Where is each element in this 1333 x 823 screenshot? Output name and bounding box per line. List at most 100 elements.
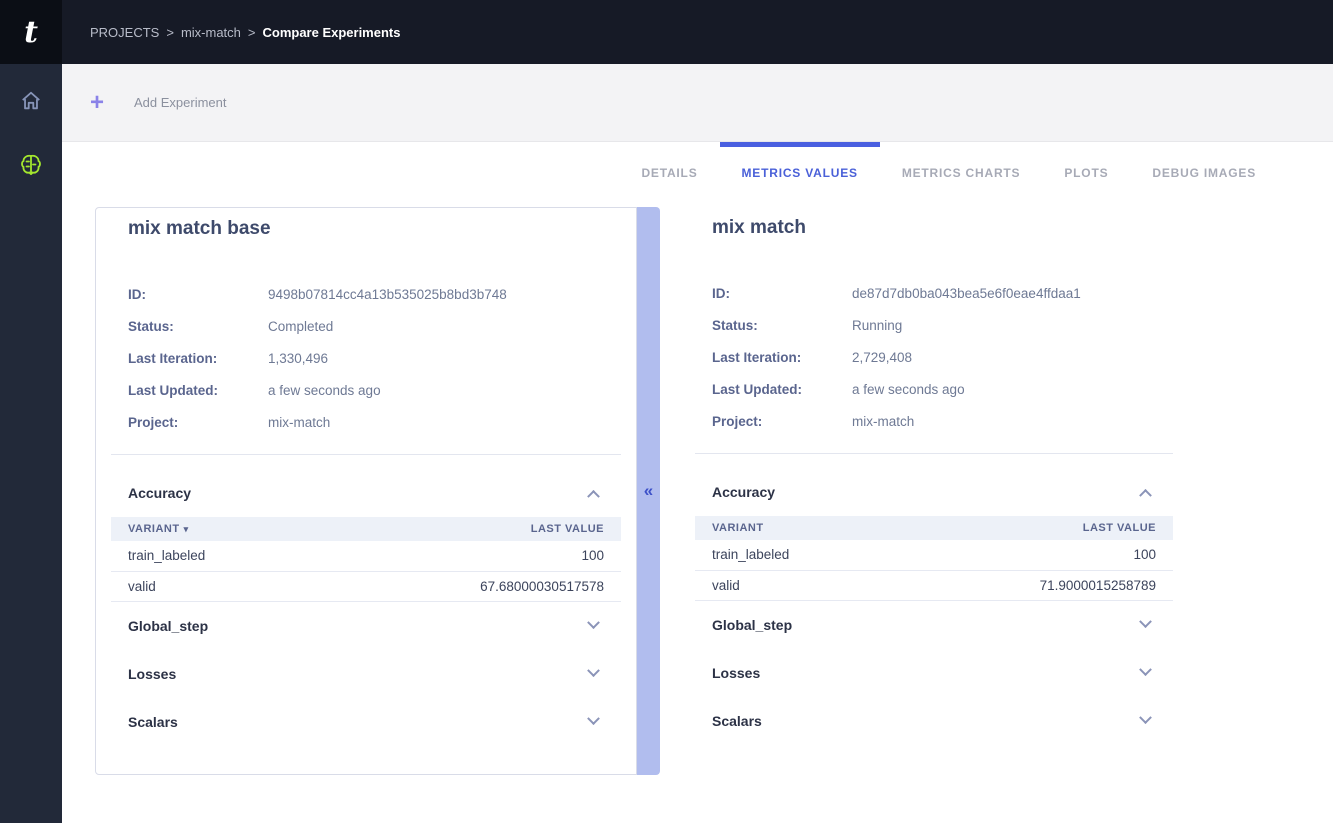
field-value: a few seconds ago bbox=[852, 382, 965, 397]
add-experiment-label: Add Experiment bbox=[134, 95, 227, 110]
sort-desc-icon: ▾ bbox=[184, 524, 189, 534]
table-header-row: VARIANT LAST VALUE bbox=[695, 516, 1173, 540]
breadcrumb-current-page: Compare Experiments bbox=[262, 25, 400, 40]
experiment-title: mix match base bbox=[96, 208, 636, 240]
tab-plots[interactable]: PLOTS bbox=[1042, 142, 1130, 204]
experiment-card-base: mix match base ID: 9498b07814cc4a13b5350… bbox=[95, 207, 637, 775]
chevron-down-icon bbox=[587, 616, 600, 629]
section-accuracy[interactable]: Accuracy bbox=[96, 469, 636, 517]
experiment-card-compare: mix match ID: de87d7db0ba043bea5e6f0eae4… bbox=[680, 207, 1188, 775]
field-label: ID: bbox=[712, 286, 852, 301]
section-scalars[interactable]: Scalars bbox=[96, 698, 636, 746]
tab-debug-images[interactable]: DEBUG IMAGES bbox=[1130, 142, 1278, 204]
table-header-row: VARIANT▾ LAST VALUE bbox=[111, 517, 621, 541]
last-value-cell: 100 bbox=[316, 541, 622, 571]
field-id: ID: de87d7db0ba043bea5e6f0eae4ffdaa1 bbox=[680, 277, 1188, 309]
divider bbox=[111, 454, 621, 455]
field-label: Project: bbox=[128, 415, 268, 430]
field-label: Status: bbox=[712, 318, 852, 333]
field-id: ID: 9498b07814cc4a13b535025b8bd3b748 bbox=[96, 278, 636, 310]
sub-header: + Add Experiment bbox=[62, 64, 1333, 142]
chevron-down-icon bbox=[587, 712, 600, 725]
field-last-iteration: Last Iteration: 1,330,496 bbox=[96, 342, 636, 374]
breadcrumb-separator: > bbox=[166, 25, 174, 40]
logo-t-icon: t bbox=[24, 15, 38, 50]
section-name: Accuracy bbox=[128, 485, 191, 501]
field-status: Status: Running bbox=[680, 309, 1188, 341]
chevron-up-icon bbox=[587, 489, 600, 502]
section-scalars[interactable]: Scalars bbox=[680, 697, 1188, 745]
section-global-step[interactable]: Global_step bbox=[680, 601, 1188, 649]
field-project: Project: mix-match bbox=[680, 405, 1188, 437]
field-label: Last Iteration: bbox=[712, 350, 852, 365]
field-value: 2,729,408 bbox=[852, 350, 912, 365]
accuracy-table: VARIANT LAST VALUE train_labeled 100 val… bbox=[695, 516, 1173, 601]
breadcrumb-separator: > bbox=[248, 25, 256, 40]
last-value-cell: 67.68000030517578 bbox=[316, 571, 622, 601]
collapse-panel-button[interactable]: « bbox=[637, 207, 660, 775]
tab-metrics-values[interactable]: METRICS VALUES bbox=[720, 142, 880, 204]
table-row: valid 67.68000030517578 bbox=[111, 571, 621, 601]
field-label: Status: bbox=[128, 319, 268, 334]
section-losses[interactable]: Losses bbox=[680, 649, 1188, 697]
field-label: Last Iteration: bbox=[128, 351, 268, 366]
collapse-left-icon: « bbox=[644, 481, 653, 501]
tab-bar: DETAILS METRICS VALUES METRICS CHARTS PL… bbox=[619, 142, 1278, 204]
table-row: train_labeled 100 bbox=[695, 540, 1173, 570]
field-last-updated: Last Updated: a few seconds ago bbox=[680, 373, 1188, 405]
plus-icon: + bbox=[90, 93, 104, 113]
tab-details[interactable]: DETAILS bbox=[619, 142, 719, 204]
field-label: Project: bbox=[712, 414, 852, 429]
column-variant[interactable]: VARIANT▾ bbox=[111, 517, 316, 541]
tab-metrics-charts[interactable]: METRICS CHARTS bbox=[880, 142, 1043, 204]
chevron-down-icon bbox=[1139, 711, 1152, 724]
section-name: Losses bbox=[712, 665, 760, 681]
field-project: Project: mix-match bbox=[96, 406, 636, 438]
column-last-value[interactable]: LAST VALUE bbox=[316, 517, 622, 541]
field-label: Last Updated: bbox=[128, 383, 268, 398]
app-logo[interactable]: t bbox=[0, 0, 62, 64]
section-name: Scalars bbox=[712, 713, 762, 729]
variant-cell: train_labeled bbox=[695, 540, 893, 570]
section-global-step[interactable]: Global_step bbox=[96, 602, 636, 650]
section-losses[interactable]: Losses bbox=[96, 650, 636, 698]
field-label: ID: bbox=[128, 287, 268, 302]
field-value: Running bbox=[852, 318, 902, 333]
chevron-up-icon bbox=[1139, 488, 1152, 501]
last-value-cell: 100 bbox=[893, 540, 1173, 570]
breadcrumb-project-name[interactable]: mix-match bbox=[181, 25, 241, 40]
divider bbox=[695, 453, 1173, 454]
table-row: train_labeled 100 bbox=[111, 541, 621, 571]
field-status: Status: Completed bbox=[96, 310, 636, 342]
column-last-value[interactable]: LAST VALUE bbox=[893, 516, 1173, 540]
chevron-down-icon bbox=[1139, 663, 1152, 676]
left-sidebar bbox=[0, 64, 62, 823]
variant-cell: train_labeled bbox=[111, 541, 316, 571]
experiment-title: mix match bbox=[680, 207, 1188, 239]
top-bar: t PROJECTS > mix-match > Compare Experim… bbox=[0, 0, 1333, 64]
experiment-fields: ID: 9498b07814cc4a13b535025b8bd3b748 Sta… bbox=[96, 278, 636, 438]
section-name: Scalars bbox=[128, 714, 178, 730]
last-value-cell: 71.9000015258789 bbox=[893, 570, 1173, 600]
section-name: Global_step bbox=[128, 618, 208, 634]
breadcrumb: PROJECTS > mix-match > Compare Experimen… bbox=[90, 25, 400, 40]
section-accuracy[interactable]: Accuracy bbox=[680, 468, 1188, 516]
table-row: valid 71.9000015258789 bbox=[695, 570, 1173, 600]
field-value: mix-match bbox=[268, 415, 330, 430]
field-value: 1,330,496 bbox=[268, 351, 328, 366]
field-value: de87d7db0ba043bea5e6f0eae4ffdaa1 bbox=[852, 286, 1081, 301]
field-label: Last Updated: bbox=[712, 382, 852, 397]
home-icon[interactable] bbox=[16, 86, 46, 116]
section-name: Accuracy bbox=[712, 484, 775, 500]
chevron-down-icon bbox=[587, 664, 600, 677]
field-last-updated: Last Updated: a few seconds ago bbox=[96, 374, 636, 406]
field-last-iteration: Last Iteration: 2,729,408 bbox=[680, 341, 1188, 373]
projects-brain-icon[interactable] bbox=[16, 150, 46, 180]
column-variant[interactable]: VARIANT bbox=[695, 516, 893, 540]
field-value: Completed bbox=[268, 319, 333, 334]
breadcrumb-projects[interactable]: PROJECTS bbox=[90, 25, 159, 40]
field-value: a few seconds ago bbox=[268, 383, 381, 398]
add-experiment-button[interactable]: + Add Experiment bbox=[90, 93, 227, 113]
variant-cell: valid bbox=[111, 571, 316, 601]
variant-cell: valid bbox=[695, 570, 893, 600]
